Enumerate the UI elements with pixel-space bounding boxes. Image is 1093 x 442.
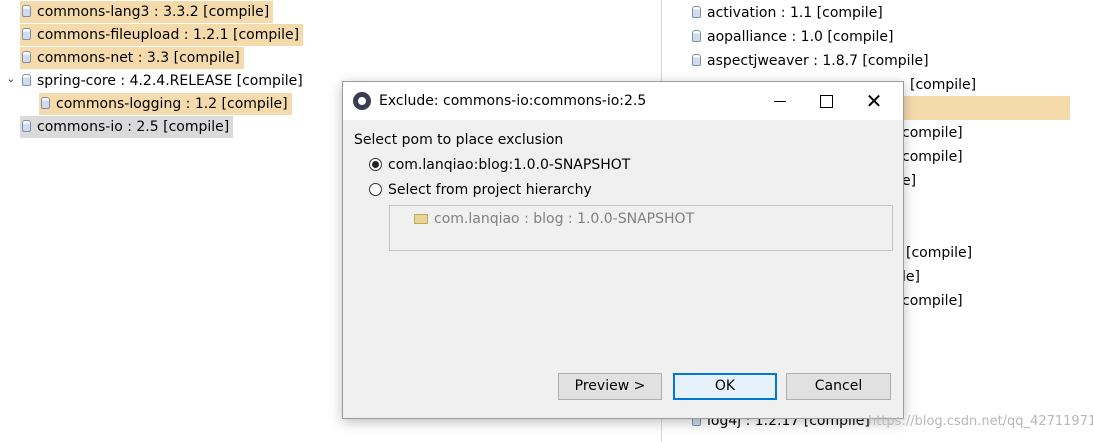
tree-item-label: commons-logging : 1.2 [compile] <box>56 96 288 112</box>
hierarchy-item-label: com.lanqiao : blog : 1.0.0-SNAPSHOT <box>434 211 695 227</box>
dialog-title: Exclude: commons-io:commons-io:2.5 <box>379 93 647 109</box>
tree-item-commons-lang3[interactable]: commons-lang3 : 3.3.2 [compile] <box>20 1 274 23</box>
jar-icon <box>22 120 31 132</box>
folder-icon <box>414 214 428 224</box>
tree-item-commons-fileupload[interactable]: commons-fileupload : 1.2.1 [compile] <box>20 24 304 46</box>
jar-icon <box>22 74 31 86</box>
list-item-aspectjweaver[interactable]: aspectjweaver : 1.8.7 [compile] <box>690 50 933 72</box>
jar-icon <box>692 54 701 66</box>
close-button[interactable]: ✕ <box>851 82 897 120</box>
tree-item-commons-net[interactable]: commons-net : 3.3 [compile] <box>20 47 244 69</box>
tree-item-commons-logging[interactable]: commons-logging : 1.2 [compile] <box>39 93 292 115</box>
ok-button[interactable]: OK <box>673 373 777 400</box>
minimize-button[interactable] <box>757 82 803 120</box>
maximize-button[interactable] <box>803 82 849 120</box>
list-item-partial[interactable]: [compile] <box>908 74 980 96</box>
list-item-aopalliance[interactable]: aopalliance : 1.0 [compile] <box>690 26 897 48</box>
jar-icon <box>22 51 31 63</box>
radio-option-hierarchy[interactable]: Select from project hierarchy <box>369 180 592 200</box>
list-item-partial[interactable]: compile] <box>900 290 967 312</box>
list-item-partial[interactable]: compile] <box>900 146 967 168</box>
radio-label: com.lanqiao:blog:1.0.0-SNAPSHOT <box>388 157 631 173</box>
jar-icon <box>22 28 31 40</box>
radio-label: Select from project hierarchy <box>388 182 592 198</box>
tree-item-label: spring-core : 4.2.4.RELEASE [compile] <box>37 73 303 89</box>
tree-item-commons-io[interactable]: commons-io : 2.5 [compile] <box>20 116 234 138</box>
prompt-label: Select pom to place exclusion <box>354 132 564 148</box>
jar-icon <box>692 6 701 18</box>
dialog-titlebar[interactable]: Exclude: commons-io:commons-io:2.5 ✕ <box>343 82 903 120</box>
list-item-partial[interactable]: compile] <box>900 122 967 144</box>
tree-item-label: commons-lang3 : 3.3.2 [compile] <box>37 4 270 20</box>
list-item-label: activation : 1.1 [compile] <box>707 5 883 21</box>
tree-item-label: commons-net : 3.3 [compile] <box>37 50 240 66</box>
tree-item-label: commons-fileupload : 1.2.1 [compile] <box>37 27 300 43</box>
jar-icon <box>22 5 31 17</box>
exclude-dialog: Exclude: commons-io:commons-io:2.5 ✕ Sel… <box>342 81 904 419</box>
watermark-text: https://blog.csdn.net/qq_42711971 <box>868 414 1093 429</box>
list-item-label: aopalliance : 1.0 [compile] <box>707 29 894 45</box>
jar-icon <box>41 97 50 109</box>
eclipse-icon <box>353 92 371 110</box>
maximize-icon <box>819 95 833 108</box>
cancel-button[interactable]: Cancel <box>786 373 891 400</box>
tree-item-label: commons-io : 2.5 [compile] <box>37 119 230 135</box>
list-item-label: aspectjweaver : 1.8.7 [compile] <box>707 53 929 69</box>
project-hierarchy-tree: com.lanqiao : blog : 1.0.0-SNAPSHOT <box>389 205 893 251</box>
hierarchy-item: com.lanqiao : blog : 1.0.0-SNAPSHOT <box>414 209 694 229</box>
list-item-activation[interactable]: activation : 1.1 [compile] <box>690 2 887 24</box>
radio-unchecked-icon[interactable] <box>369 183 382 196</box>
radio-option-pom[interactable]: com.lanqiao:blog:1.0.0-SNAPSHOT <box>369 155 630 175</box>
preview-button[interactable]: Preview > <box>558 373 662 400</box>
list-item-partial[interactable]: [compile] <box>904 242 976 264</box>
minimize-icon <box>774 101 786 102</box>
tree-item-spring-core[interactable]: spring-core : 4.2.4.RELEASE [compile] <box>20 70 307 92</box>
jar-icon <box>692 30 701 42</box>
expand-chevron-icon[interactable]: ⌄ <box>4 72 18 86</box>
radio-checked-icon[interactable] <box>369 158 382 171</box>
